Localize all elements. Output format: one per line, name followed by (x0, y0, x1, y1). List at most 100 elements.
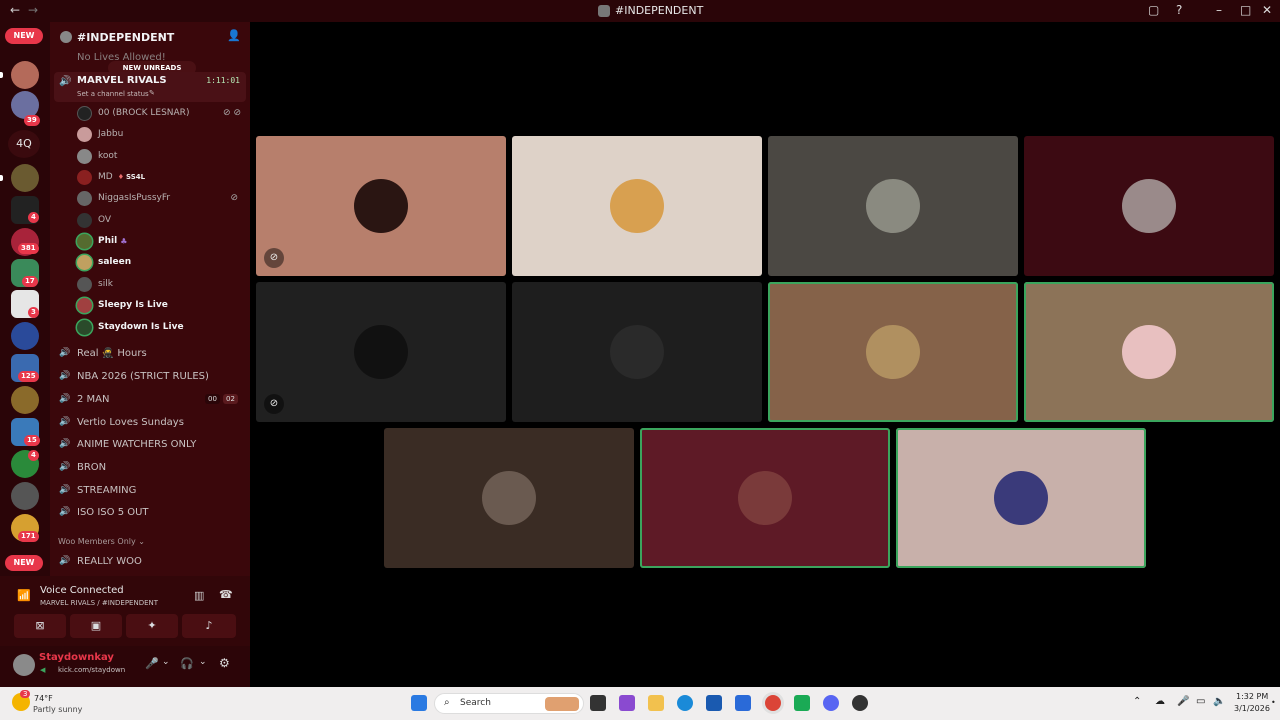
voice-location[interactable]: MARVEL RIVALS / #INDEPENDENT (40, 599, 158, 607)
edge-icon[interactable] (677, 695, 693, 711)
voice-user[interactable]: silk (77, 274, 247, 294)
microphone-icon[interactable]: 🎤 (145, 657, 159, 670)
voice-channel[interactable]: 🔊 NBA 2026 (STRICT RULES) (50, 365, 250, 387)
headphones-icon[interactable]: 🎧 (180, 657, 194, 670)
fire-icon: ♦ (117, 173, 124, 181)
voice-user[interactable]: Phil ♣ (77, 231, 247, 251)
voice-channel[interactable]: 🔊 Vertio Loves Sundays (50, 411, 250, 433)
participant-tile[interactable] (896, 428, 1146, 568)
participant-tile[interactable] (1024, 136, 1274, 276)
display-icon[interactable]: ▭ (1196, 696, 1205, 707)
participant-tile[interactable] (512, 136, 762, 276)
participant-tile[interactable] (1024, 282, 1274, 422)
server-icon-10[interactable] (11, 322, 39, 350)
speaker-icon: 🔊 (59, 556, 71, 566)
server-icon-4q[interactable]: 4Q (8, 130, 40, 158)
voice-channel[interactable]: 🔊 REALLY WOO (50, 550, 250, 572)
copilot-icon[interactable] (619, 695, 635, 711)
store-icon[interactable] (706, 695, 722, 711)
share-screen-button[interactable]: ▣ (70, 614, 122, 638)
voice-user[interactable]: Sleepy Is Live (77, 295, 247, 315)
task-view-icon[interactable] (590, 695, 606, 711)
screen-share-icon: ▣ (90, 619, 102, 632)
taskbar: 3 74°F Partly sunny ⌕ Search ⌃ ☁ 🎤 ▭ 🔈 1… (0, 687, 1280, 720)
taskbar-search[interactable]: ⌕ Search (434, 693, 584, 714)
server-header[interactable]: #INDEPENDENT ⌄ 👤 (50, 22, 250, 52)
participant-tile[interactable]: ⊘ (256, 136, 506, 276)
outlook-icon[interactable] (735, 695, 751, 711)
avatar (77, 276, 92, 292)
participant-tile[interactable]: ⊘ (256, 282, 506, 422)
windows-start-icon[interactable] (411, 695, 427, 711)
voice-user[interactable]: 00 (BROCK LESNAR) ⊘ ⊘ (77, 103, 247, 123)
new-unreads-pill-top[interactable]: NEW (5, 28, 43, 44)
pencil-icon[interactable]: ✎ (149, 89, 155, 97)
back-arrow-icon[interactable]: ← (10, 3, 20, 17)
category-header[interactable]: Woo Members Only ⌄ (58, 537, 145, 546)
activities-button[interactable]: ✦ (126, 614, 178, 638)
clock-date[interactable]: 3/1/2026 (1234, 704, 1270, 713)
voice-channel[interactable]: 🔊 BRON (50, 456, 250, 478)
file-explorer-icon[interactable] (648, 695, 664, 711)
clock-time[interactable]: 1:32 PM (1236, 692, 1268, 701)
steam-icon[interactable] (852, 695, 868, 711)
search-label: Search (460, 698, 491, 708)
voice-channel[interactable]: 🔊 Real 🥷 Hours (50, 342, 250, 364)
voice-user[interactable]: MD ♦ SS4L (77, 167, 247, 187)
participant-tile[interactable] (384, 428, 634, 568)
voice-user[interactable]: Staydown Is Live (77, 317, 247, 337)
chrome-icon[interactable] (765, 695, 781, 711)
gear-icon[interactable]: ⚙ (219, 656, 230, 670)
chevron-up-icon[interactable]: ⌃ (1133, 696, 1141, 707)
participant-tile[interactable] (640, 428, 890, 568)
microphone-icon[interactable]: 🎤 (1177, 696, 1189, 707)
discord-icon[interactable] (823, 695, 839, 711)
participant-tile[interactable] (512, 282, 762, 422)
voice-channel[interactable]: 🔊 2 MAN 00 02 (50, 388, 250, 410)
new-unreads-pill-bottom[interactable]: NEW (5, 555, 43, 571)
speaker-icon: 🔊 (59, 76, 72, 87)
network-alert-icon[interactable]: ☁ (1155, 696, 1165, 707)
active-channel[interactable]: 🔊 MARVEL RIVALS 1:11:01 Set a channel st… (54, 72, 246, 102)
volume-icon[interactable]: 🔈 (1213, 696, 1225, 707)
voice-user[interactable]: NiggasIsPussyFr ⊘ (77, 188, 247, 208)
server-icon-15[interactable] (11, 482, 39, 510)
server-icon-12[interactable] (11, 386, 39, 414)
voice-user[interactable]: saleen (77, 252, 247, 272)
app-icon-green[interactable] (794, 695, 810, 711)
voice-channel[interactable]: 🔊 STREAMING (50, 479, 250, 501)
voice-user[interactable]: koot (77, 146, 247, 166)
speaker-icon: 🔊 (59, 462, 71, 472)
maximize-icon[interactable]: □ (1240, 3, 1251, 17)
close-icon[interactable]: ✕ (1262, 3, 1272, 17)
server-icon-5[interactable] (11, 164, 39, 192)
soundboard-button[interactable]: ♪ (182, 614, 236, 638)
avatar (77, 319, 92, 335)
inbox-icon[interactable]: ▢ (1148, 3, 1159, 17)
voice-status: Voice Connected (40, 585, 124, 596)
forward-arrow-icon[interactable]: → (28, 3, 38, 17)
channel-status-prompt[interactable]: Set a channel status (77, 90, 149, 98)
muted-icon: ⊘ (264, 394, 284, 414)
disconnect-icon[interactable]: ☎ (219, 588, 233, 601)
participant-avatar (610, 179, 664, 233)
participant-tile[interactable] (768, 136, 1018, 276)
notifications-icon[interactable]: • (1271, 698, 1276, 707)
help-icon[interactable]: ? (1176, 3, 1182, 17)
voice-user[interactable]: Jabbu (77, 124, 247, 144)
server-icon-2[interactable] (11, 61, 39, 89)
voice-channel[interactable]: 🔊 ANIME WATCHERS ONLY (50, 433, 250, 455)
minimize-icon[interactable]: – (1216, 3, 1222, 17)
window-title-wrap: #INDEPENDENT (598, 4, 703, 17)
chevron-down-icon[interactable]: ⌄ (162, 657, 170, 667)
avatar[interactable] (13, 654, 35, 676)
voice-channel[interactable]: 🔊 ISO ISO 5 OUT (50, 501, 250, 523)
person-add-icon[interactable]: 👤 (227, 29, 241, 42)
chevron-down-icon[interactable]: ⌄ (199, 657, 207, 667)
participant-tile[interactable] (768, 282, 1018, 422)
camera-button[interactable]: ⊠ (14, 614, 66, 638)
voice-user[interactable]: OV (77, 210, 247, 230)
soundwave-icon[interactable]: ▥ (194, 589, 204, 602)
voice-connection-panel: 📶 Voice Connected MARVEL RIVALS / #INDEP… (0, 576, 250, 646)
signal-icon[interactable]: 📶 (17, 589, 31, 602)
